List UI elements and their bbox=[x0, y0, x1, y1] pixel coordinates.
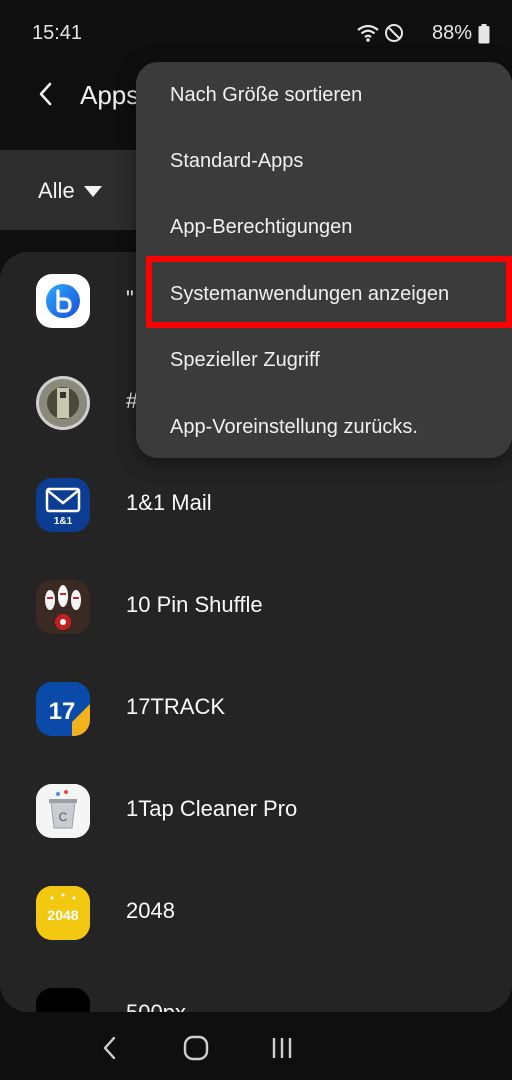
app-name: 2048 bbox=[126, 898, 175, 923]
menu-item-default-apps[interactable]: Standard-Apps bbox=[136, 128, 512, 194]
bixby-app-icon bbox=[36, 274, 90, 328]
hash-app-icon bbox=[36, 376, 90, 430]
list-item[interactable]: 10 Pin Shuffle bbox=[0, 558, 512, 660]
page-title: Apps bbox=[80, 80, 140, 110]
app-name: 500px bbox=[126, 1000, 186, 1012]
menu-item-label: Nach Größe sortieren bbox=[170, 84, 363, 106]
menu-item-label: App-Voreinstellung zurücks. bbox=[170, 416, 418, 438]
nav-home-button[interactable] bbox=[178, 1030, 214, 1066]
list-item[interactable]: 1&1 1&1 Mail bbox=[0, 456, 512, 558]
menu-item-label: Standard-Apps bbox=[170, 150, 304, 172]
mail-icon-label: 1&1 bbox=[54, 516, 73, 527]
dropdown-arrow-icon bbox=[84, 186, 102, 197]
nav-recents-button[interactable] bbox=[264, 1030, 300, 1066]
do-not-disturb-icon bbox=[385, 24, 403, 42]
home-icon bbox=[183, 1035, 209, 1061]
wifi-icon bbox=[357, 24, 379, 42]
nav-back-button[interactable] bbox=[92, 1030, 128, 1066]
battery-icon bbox=[478, 24, 490, 44]
menu-item-label: Spezieller Zugriff bbox=[170, 349, 320, 371]
list-item[interactable]: 17 17TRACK bbox=[0, 660, 512, 762]
bowling-app-icon bbox=[36, 580, 90, 634]
recents-icon bbox=[272, 1038, 292, 1058]
menu-item-sort-by-size[interactable]: Nach Größe sortieren bbox=[136, 62, 512, 128]
menu-item-special-access[interactable]: Spezieller Zugriff bbox=[136, 327, 512, 393]
back-icon bbox=[103, 1036, 116, 1060]
highlight-box bbox=[146, 256, 512, 328]
app-name: 1Tap Cleaner Pro bbox=[126, 796, 298, 821]
500px-app-icon bbox=[36, 988, 90, 1012]
navigation-bar bbox=[0, 1012, 512, 1080]
back-button[interactable] bbox=[28, 76, 64, 112]
menu-item-label: App-Berechtigungen bbox=[170, 216, 353, 238]
17track-app-icon: 17 bbox=[36, 682, 90, 736]
cleaner-app-icon: C bbox=[36, 784, 90, 838]
status-bar: 15:41 88% bbox=[0, 0, 512, 66]
list-item[interactable]: 2048 2048 bbox=[0, 864, 512, 966]
battery-percent: 88% bbox=[431, 22, 472, 44]
app-name: 10 Pin Shuffle bbox=[126, 592, 263, 617]
mail-app-icon: 1&1 bbox=[36, 478, 90, 532]
menu-item-reset-app-preferences[interactable]: App-Voreinstellung zurücks. bbox=[136, 394, 512, 460]
list-item[interactable]: C 1Tap Cleaner Pro bbox=[0, 762, 512, 864]
app-name: " bbox=[126, 286, 134, 311]
app-name: 1&1 Mail bbox=[126, 490, 212, 515]
2048-app-icon: 2048 bbox=[36, 886, 90, 940]
status-icons bbox=[356, 20, 408, 46]
cleaner-icon-label: C bbox=[59, 810, 68, 824]
status-time: 15:41 bbox=[32, 22, 83, 44]
chevron-left-icon bbox=[39, 82, 52, 106]
filter-label: Alle bbox=[38, 178, 75, 203]
app-name: 17TRACK bbox=[126, 694, 226, 719]
list-item[interactable]: 500px bbox=[0, 966, 512, 1012]
menu-item-app-permissions[interactable]: App-Berechtigungen bbox=[136, 194, 512, 260]
2048-icon-label: 2048 bbox=[47, 907, 78, 923]
17track-icon-label: 17 bbox=[49, 698, 76, 725]
